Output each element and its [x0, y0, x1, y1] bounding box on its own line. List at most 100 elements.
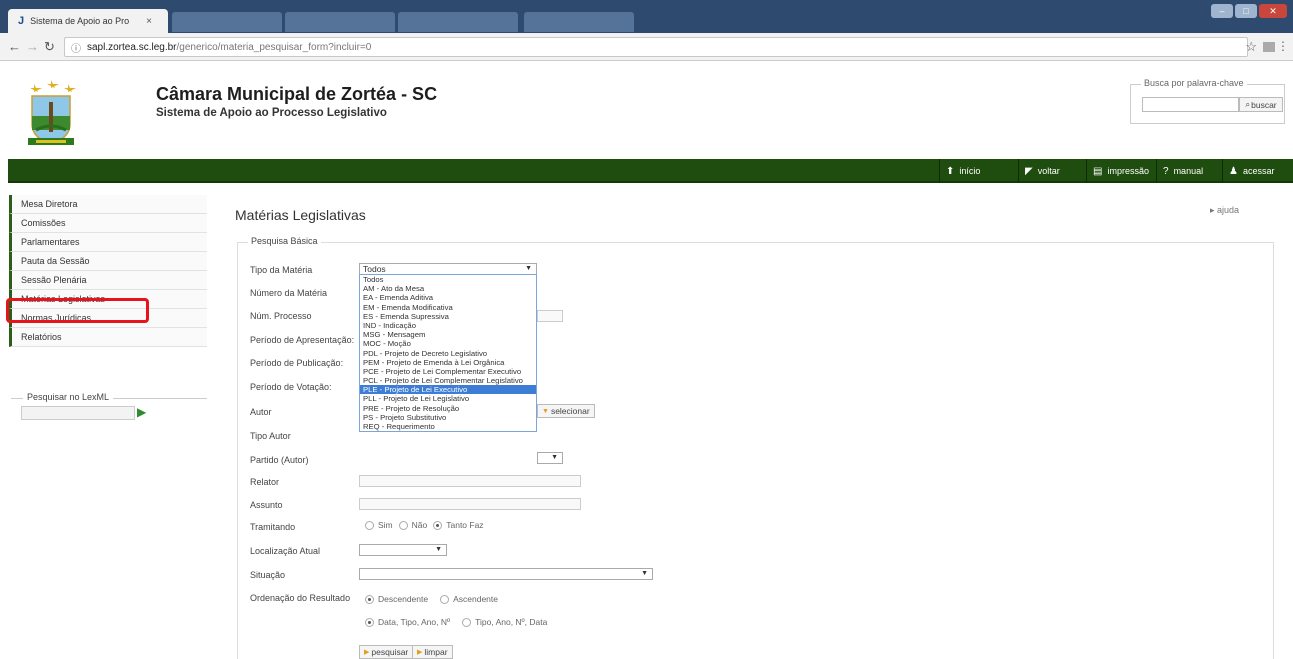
- forward-icon[interactable]: →: [26, 39, 39, 54]
- back-arrow-icon: ◤: [1025, 165, 1033, 177]
- extension-icon[interactable]: [1263, 42, 1275, 52]
- nav-label: acessar: [1242, 166, 1275, 176]
- sidebar-item-mesa-diretora[interactable]: Mesa Diretora: [9, 195, 207, 214]
- radio-tanto-faz[interactable]: [433, 520, 443, 530]
- tipo-materia-dropdown-list: Todos AM - Ato da Mesa EA - Emenda Aditiva…: [359, 274, 537, 433]
- dropdown-option[interactable]: PRE - Projeto de Resolução: [360, 404, 536, 413]
- dropdown-option[interactable]: PLL - Projeto de Lei Legislativo: [360, 394, 536, 403]
- dropdown-option[interactable]: REQ - Requerimento: [360, 422, 536, 431]
- dropdown-option[interactable]: PS - Projeto Substitutivo: [360, 413, 536, 422]
- dropdown-option[interactable]: PDL - Projeto de Decreto Legislativo: [360, 349, 536, 358]
- fieldset-legend: Pesquisa Básica: [248, 236, 321, 246]
- chevron-down-icon: ▼: [525, 265, 532, 272]
- browser-tab-blurred[interactable]: [398, 12, 518, 32]
- dropdown-option[interactable]: IND - Indicação: [360, 321, 536, 330]
- help-link[interactable]: ▸ ajuda: [1210, 205, 1239, 216]
- sidebar-item-comissoes[interactable]: Comissões: [9, 214, 207, 233]
- pesquisar-button[interactable]: ▶ pesquisar: [359, 645, 414, 659]
- radio-label: Tanto Faz: [446, 520, 484, 530]
- dropdown-option[interactable]: EA - Emenda Aditiva: [360, 293, 536, 302]
- selecionar-autor-button[interactable]: ▼ selecionar: [537, 404, 595, 418]
- dropdown-option[interactable]: PEM - Projeto de Emenda à Lei Orgânica: [360, 358, 536, 367]
- help-label: ajuda: [1217, 205, 1240, 215]
- reload-icon[interactable]: ↻: [44, 39, 55, 55]
- tipo-materia-selected: Todos: [363, 264, 386, 274]
- site-favicon-icon: J: [18, 15, 25, 27]
- radio-sim[interactable]: [365, 520, 374, 530]
- browser-tab-blurred[interactable]: [172, 12, 282, 32]
- dropdown-option[interactable]: PLE - Projeto de Lei Executivo: [360, 385, 536, 395]
- nav-manual[interactable]: ? manual: [1156, 159, 1222, 183]
- radio-nao[interactable]: [398, 520, 408, 530]
- search-icon: ⌕: [1245, 99, 1251, 109]
- back-icon[interactable]: ←: [8, 39, 21, 54]
- nav-impressao[interactable]: ▤ impressão: [1086, 159, 1156, 183]
- nav-label: início: [959, 166, 981, 176]
- sidebar-item-parlamentares[interactable]: Parlamentares: [9, 233, 207, 252]
- bookmark-star-icon[interactable]: ☆: [1245, 39, 1257, 55]
- relator-input[interactable]: [359, 475, 581, 487]
- radio-label: Descendente: [378, 594, 429, 604]
- browser-tab-blurred[interactable]: [524, 12, 634, 32]
- maximize-icon[interactable]: □: [1235, 4, 1257, 18]
- dropdown-option[interactable]: PCL - Projeto de Lei Complementar Legisl…: [360, 376, 536, 385]
- sidebar-item-pauta-sessao[interactable]: Pauta da Sessão: [9, 252, 207, 271]
- url-host: sapl.zortea.sc.leg.br: [87, 41, 177, 53]
- label-numero-materia: Número da Matéria: [250, 288, 328, 298]
- ordenacao-radio-group: Descendente Ascendente: [359, 594, 498, 604]
- dropdown-option[interactable]: PCE - Projeto de Lei Complementar Execut…: [360, 367, 536, 376]
- tab-close-icon[interactable]: ×: [146, 16, 152, 27]
- dropdown-option[interactable]: EM - Emenda Modificativa: [360, 303, 536, 312]
- window-close-icon[interactable]: ✕: [1259, 4, 1287, 18]
- radio-ascendente[interactable]: [440, 594, 450, 604]
- dropdown-option[interactable]: Todos: [360, 275, 536, 284]
- lexml-legend: Pesquisar no LexML: [23, 392, 114, 402]
- label-num-processo: Núm. Processo: [250, 311, 312, 321]
- search-button-label: buscar: [1251, 99, 1277, 110]
- nav-voltar[interactable]: ◤ voltar: [1018, 159, 1086, 183]
- dropdown-option[interactable]: AM - Ato da Mesa: [360, 284, 536, 293]
- limpar-label: limpar: [424, 647, 448, 657]
- chevron-down-icon: ▼: [641, 570, 648, 577]
- localizacao-select[interactable]: ▼: [359, 544, 447, 556]
- radio-descendente[interactable]: [365, 594, 374, 604]
- radio-label: Ascendente: [453, 594, 498, 604]
- limpar-button[interactable]: ▶ limpar: [412, 645, 453, 659]
- assunto-input[interactable]: [359, 498, 581, 510]
- radio-data-tipo-ano[interactable]: [365, 617, 374, 627]
- lexml-go-icon[interactable]: ▶: [137, 405, 146, 419]
- address-bar-row: ← → ↻ ⓘ sapl.zortea.sc.leg.br /generico/…: [0, 33, 1293, 61]
- browser-tab-blurred[interactable]: [285, 12, 395, 32]
- tab-title: Sistema de Apoio ao Pro: [30, 16, 130, 26]
- site-subtitle: Sistema de Apoio ao Processo Legislativo: [156, 107, 387, 119]
- partido-select[interactable]: ▼: [537, 452, 563, 464]
- nav-acessar[interactable]: ♟ acessar: [1222, 159, 1293, 183]
- dropdown-option[interactable]: ES - Emenda Supressiva: [360, 312, 536, 321]
- radio-label: Data, Tipo, Ano, Nº: [378, 617, 451, 627]
- radio-tipo-ano-data[interactable]: [462, 617, 472, 627]
- help-icon: ?: [1163, 165, 1169, 177]
- dropdown-option[interactable]: MSG - Mensagem: [360, 330, 536, 339]
- chevron-down-icon: ▼: [551, 454, 558, 461]
- browser-menu-icon[interactable]: ⋮: [1277, 39, 1289, 53]
- sidebar-item-sessao-plenaria[interactable]: Sessão Plenária: [9, 271, 207, 290]
- dropdown-option[interactable]: MOC - Moção: [360, 339, 536, 348]
- url-path: /generico/materia_pesquisar_form?incluir…: [176, 41, 372, 53]
- num-processo-input[interactable]: [537, 310, 563, 322]
- lexml-search-input[interactable]: [21, 406, 135, 420]
- url-input[interactable]: ⓘ sapl.zortea.sc.leg.br /generico/materi…: [64, 37, 1248, 57]
- situacao-select[interactable]: ▼: [359, 568, 653, 580]
- minimize-icon[interactable]: –: [1211, 4, 1233, 18]
- label-ordenacao: Ordenação do Resultado: [250, 593, 351, 603]
- label-periodo-votacao: Período de Votação:: [250, 382, 332, 392]
- label-tipo-autor: Tipo Autor: [250, 431, 291, 441]
- lexml-search-box: Pesquisar no LexML ▶: [11, 392, 207, 432]
- nav-inicio[interactable]: ⬆ início: [939, 159, 1018, 183]
- sidebar-item-relatorios[interactable]: Relatórios: [9, 328, 207, 347]
- label-partido-autor: Partido (Autor): [250, 455, 309, 465]
- search-button[interactable]: ⌕ buscar: [1239, 97, 1283, 112]
- keyword-search-input[interactable]: [1142, 97, 1239, 112]
- site-info-icon[interactable]: ⓘ: [71, 40, 81, 55]
- browser-tab[interactable]: J Sistema de Apoio ao Pro ×: [8, 9, 168, 33]
- user-icon: ♟: [1229, 165, 1238, 177]
